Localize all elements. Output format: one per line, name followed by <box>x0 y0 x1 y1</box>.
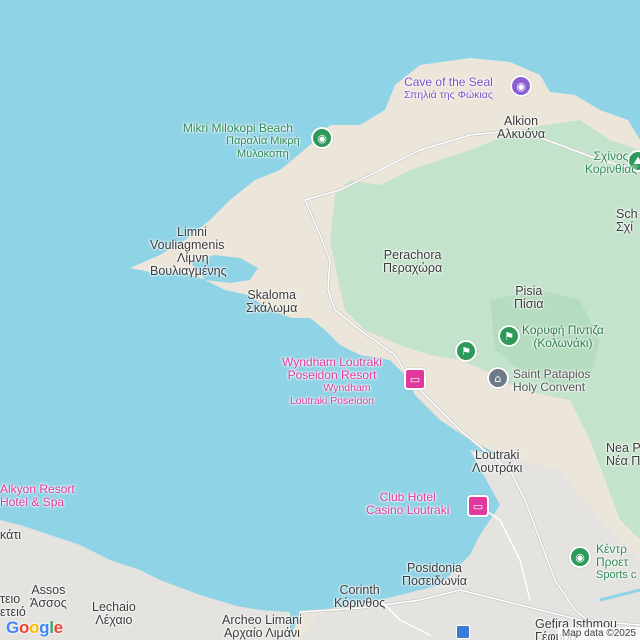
label-local: Άσσος <box>30 596 67 610</box>
label-assos[interactable]: Assos Άσσος <box>30 584 67 610</box>
label-kentro-sports[interactable]: Κέντρ Προετ Sports c <box>596 543 636 582</box>
label-local: Πίσια <box>514 297 544 311</box>
label-local: Μυλοκοπή <box>237 148 289 160</box>
label-local: Παραλία Μικρή <box>226 135 300 147</box>
label-local: Σπηλιά της Φώκιας <box>404 89 493 101</box>
label-lechaio[interactable]: Lechaio Λέχαιο <box>92 601 136 627</box>
label-local: Σκάλωμα <box>246 301 298 315</box>
label-name: Hotel & Spa <box>0 495 65 509</box>
bed-icon[interactable]: ▭ <box>404 368 426 390</box>
road-shield-icon <box>456 625 470 639</box>
label-schinos-edge[interactable]: Sch Σχί <box>616 208 638 234</box>
label-pisia[interactable]: Pisia Πίσια <box>514 285 544 311</box>
label-local: Αρχαίο Λιμάνι <box>223 626 300 640</box>
label-wyndham-loutraki[interactable]: Wyndham Loutraki Poseidon Resort Wyndham… <box>282 356 382 408</box>
label-posidonia[interactable]: Posidonia Ποσειδωνία <box>402 562 467 588</box>
label-cave-of-the-seal[interactable]: Cave of the Seal Σπηλιά της Φώκιας <box>404 76 493 102</box>
label-loutraki[interactable]: Loutraki Λουτράκι <box>472 449 522 475</box>
label-mikri-milokopi-beach[interactable]: Mikri Milokopi Beach Παραλία Μικρή Μυλοκ… <box>176 122 300 161</box>
label-local: Αλκυόνα <box>497 127 546 141</box>
label-alkion[interactable]: Alkion Αλκυόνα <box>497 115 545 141</box>
hiking-icon[interactable]: ⚑ <box>498 325 520 347</box>
label-perachora[interactable]: Perachora Περαχώρα <box>383 249 442 275</box>
google-logo[interactable]: Google <box>6 618 63 638</box>
label-name: Προετ <box>596 555 629 569</box>
label-local: Ποσειδωνία <box>402 574 468 588</box>
label-kato-edge[interactable]: κάτι <box>0 529 21 542</box>
label-local: Λουτράκι <box>472 461 523 475</box>
cave-pin-icon[interactable]: ◉ <box>510 75 532 97</box>
label-local: Σχί <box>616 220 634 234</box>
label-corinth[interactable]: Corinth Κόρινθος <box>334 584 385 610</box>
label-sub: Sports c <box>596 569 637 581</box>
label-local: Νέα Π <box>606 454 640 468</box>
label-local: Περαχώρα <box>383 261 443 275</box>
label-archeo-limani[interactable]: Archeo Limani Αρχαίο Λιμάνι <box>222 614 302 640</box>
map-attribution[interactable]: Map data ©2025 <box>557 627 640 640</box>
bed-icon-club-hotel[interactable]: ▭ <box>467 495 489 517</box>
label-sub: Loutraki Poseidon <box>289 395 374 407</box>
label-alkyon-resort[interactable]: Alkyon Resort Hotel & Spa <box>0 483 75 509</box>
label-name: Mikri Milokopi Beach <box>182 121 293 135</box>
map-base-layer <box>0 0 640 640</box>
label-local: Κορινθίας <box>585 162 638 176</box>
beach-pin-icon[interactable]: ◉ <box>311 127 333 149</box>
hiking-icon-2[interactable]: ⚑ <box>455 340 477 362</box>
label-name: (Κολωνάκι) <box>533 336 593 350</box>
label-nea-peramos[interactable]: Nea P Νέα Π <box>606 442 640 468</box>
label-club-hotel-casino[interactable]: Club Hotel Casino Loutraki <box>366 491 449 517</box>
label-sub: Wyndham <box>323 382 371 394</box>
label-name: Casino Loutraki <box>366 503 450 517</box>
label-local: Κόρινθος <box>334 596 386 610</box>
label-name: Cave of the Seal <box>404 75 493 89</box>
label-name: Poseidon Resort <box>287 368 377 382</box>
label-local: Βουλιαγμένης <box>150 264 227 278</box>
label-name: Holy Convent <box>513 380 586 394</box>
label-local: Λέχαιο <box>95 613 133 627</box>
label-limni-vouliagmenis[interactable]: Limni Vouliagmenis Λίμνη Βουλιαγμένης <box>150 226 227 278</box>
map-view[interactable]: ◉ ◉ ⛰ ⚑ ⚑ ▭ ⌂ ▭ ◉ Cave of the Seal Σπηλι… <box>0 0 640 640</box>
label-skaloma[interactable]: Skaloma Σκάλωμα <box>246 289 297 315</box>
label-saint-patapios[interactable]: Saint Patapios Holy Convent <box>513 368 590 394</box>
label-assos-edge[interactable]: τειο ετειό <box>0 593 26 619</box>
label-local: κάτι <box>0 528 22 542</box>
label-koryfi-pintiza[interactable]: Κορυφή Πιντιζα (Κολωνάκι) <box>522 324 604 350</box>
sports-icon[interactable]: ◉ <box>569 546 591 568</box>
label-schinos[interactable]: Σχίνος Κορινθίας <box>585 150 637 176</box>
church-icon[interactable]: ⌂ <box>487 367 509 389</box>
